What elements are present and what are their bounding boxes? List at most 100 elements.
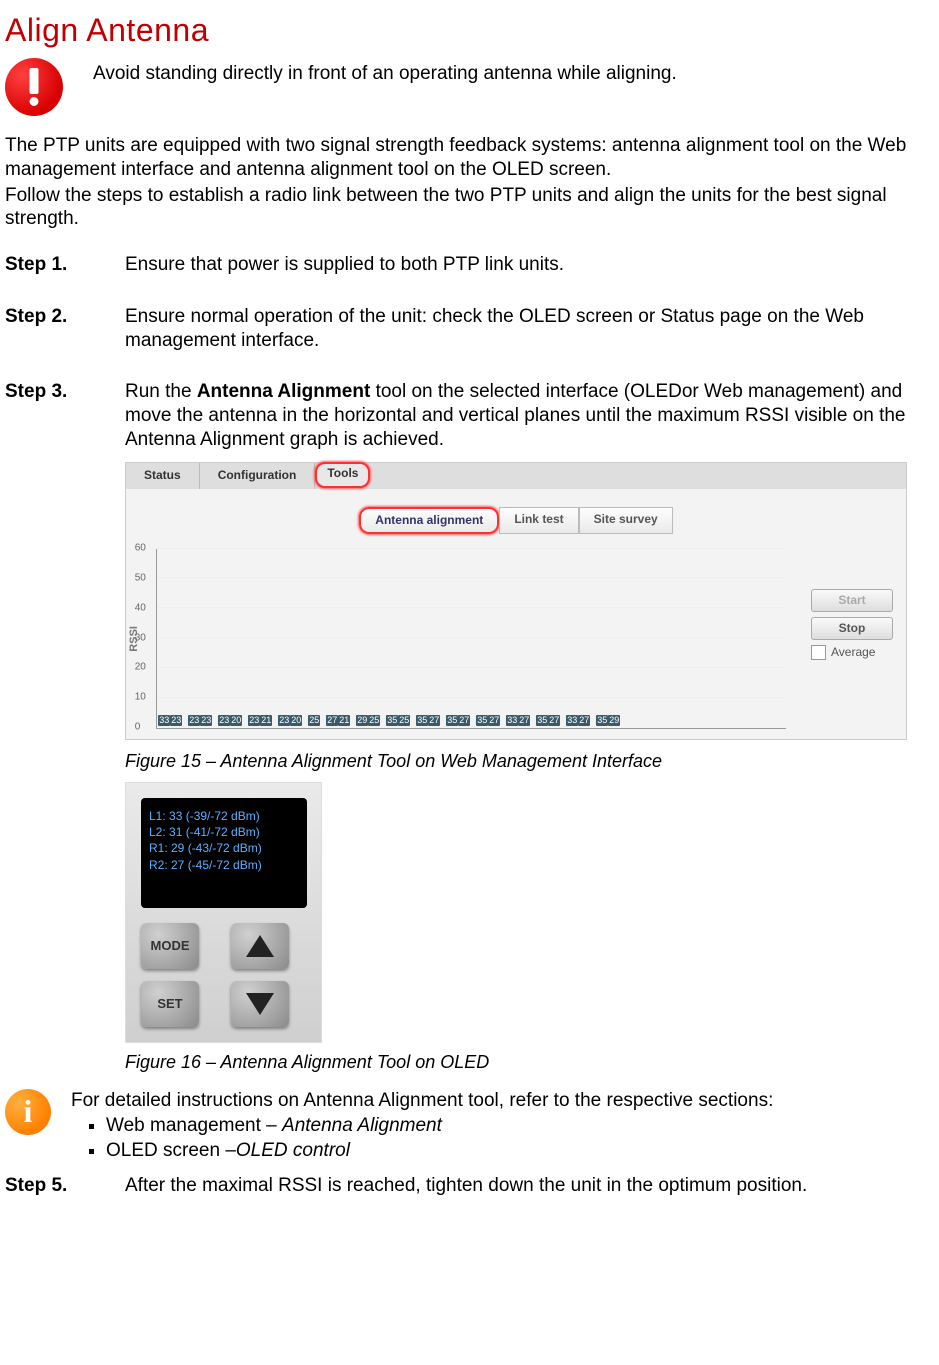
step-body: Run the Antenna Alignment tool on the se… [125,380,934,451]
average-label: Average [831,645,875,660]
info-icon [5,1089,51,1135]
intro-paragraph-1: The PTP units are equipped with two sign… [5,134,934,182]
rssi-chart: RSSI 33232323232023212320252721292535253… [126,539,906,739]
oled-line-2: L2: 31 (-41/-72 dBm) [149,824,299,840]
oled-screen: L1: 33 (-39/-72 dBm) L2: 31 (-41/-72 dBm… [141,798,307,908]
oled-line-1: L1: 33 (-39/-72 dBm) [149,808,299,824]
mode-button[interactable]: MODE [141,923,199,969]
bar-value-label: 27 [428,715,440,726]
average-checkbox-row[interactable]: Average [811,645,901,660]
info-bullet-1: Web management – Antenna Alignment [106,1114,773,1138]
bar-value-label: 21 [260,715,272,726]
y-tick: 0 [135,721,141,734]
bar-value-label: 23 [170,715,182,726]
y-tick: 60 [135,542,146,555]
bar-value-label: 20 [230,715,242,726]
chart-plot-area: 3323232323202321232025272129253525352735… [156,549,786,729]
bar-value-label: 23 [248,715,260,726]
subtab-antenna-alignment[interactable]: Antenna alignment [359,507,499,534]
bar-value-label: 35 [596,715,608,726]
stop-button[interactable]: Stop [811,617,893,640]
bar-value-label: 21 [338,715,350,726]
intro-paragraph-2: Follow the steps to establish a radio li… [5,184,934,232]
bar-value-label: 27 [326,715,338,726]
oled-line-3: R1: 29 (-43/-72 dBm) [149,840,299,856]
step-label: Step 1. [5,253,125,277]
step-label: Step 5. [5,1174,125,1198]
sub-tab-bar: Antenna alignment Link test Site survey [126,507,906,534]
figure-16-caption: Figure 16 – Antenna Alignment Tool on OL… [125,1051,934,1074]
up-button[interactable] [231,923,289,969]
start-button[interactable]: Start [811,589,893,612]
bar-value-label: 33 [566,715,578,726]
info-b2-pre: OLED screen – [106,1140,236,1161]
warning-icon [5,58,63,116]
y-tick: 50 [135,572,146,585]
info-callout: For detailed instructions on Antenna Ali… [5,1089,934,1164]
bar-value-label: 33 [506,715,518,726]
step-label: Step 2. [5,305,125,329]
bar-value-label: 20 [290,715,302,726]
y-tick: 10 [135,691,146,704]
info-bullet-2: OLED screen –OLED control [106,1139,773,1163]
bar-value-label: 35 [386,715,398,726]
step-body: After the maximal RSSI is reached, tight… [125,1174,934,1198]
step3-bold: Antenna Alignment [197,381,370,402]
main-tab-bar: Status Configuration Tools [126,463,906,489]
bar-value-label: 23 [200,715,212,726]
info-b1-italic: Antenna Alignment [282,1115,442,1136]
bar-value-label: 35 [446,715,458,726]
down-button[interactable] [231,981,289,1027]
y-tick: 20 [135,662,146,675]
figure-16-oled: L1: 33 (-39/-72 dBm) L2: 31 (-41/-72 dBm… [125,782,322,1043]
step-2: Step 2. Ensure normal operation of the u… [5,305,934,353]
bar-value-label: 23 [218,715,230,726]
figure-15-web-ui: Status Configuration Tools Antenna align… [125,462,907,740]
bars-container: 3323232323202321232025272129253525352735… [159,549,784,728]
step-5: Step 5. After the maximal RSSI is reache… [5,1174,934,1198]
step-body: Ensure that power is supplied to both PT… [125,253,934,277]
tab-status[interactable]: Status [126,463,200,489]
bar-value-label: 35 [416,715,428,726]
bar-value-label: 25 [368,715,380,726]
y-tick: 40 [135,602,146,615]
bar-value-label: 27 [578,715,590,726]
step-3: Step 3. Run the Antenna Alignment tool o… [5,380,934,451]
info-body: For detailed instructions on Antenna Ali… [71,1089,773,1164]
bar-value-label: 27 [518,715,530,726]
step-body: Ensure normal operation of the unit: che… [125,305,934,353]
checkbox-icon[interactable] [811,645,826,660]
bar-value-label: 27 [548,715,560,726]
info-heading: For detailed instructions on Antenna Ali… [71,1089,773,1113]
figure-15-caption: Figure 15 – Antenna Alignment Tool on We… [125,750,934,773]
step3-pre: Run the [125,381,197,402]
bar-value-label: 25 [398,715,410,726]
bar-value-label: 29 [356,715,368,726]
chart-side-controls: Start Stop Average [811,589,901,660]
warning-text: Avoid standing directly in front of an o… [93,60,677,86]
step-label: Step 3. [5,380,125,404]
bar-value-label: 33 [158,715,170,726]
warning-callout: Avoid standing directly in front of an o… [5,60,934,116]
oled-button-pad: MODE SET [141,923,306,1027]
tab-configuration[interactable]: Configuration [200,463,316,489]
subtab-site-survey[interactable]: Site survey [579,507,673,534]
bar-value-label: 35 [476,715,488,726]
bar-value-label: 23 [188,715,200,726]
bar-value-label: 35 [536,715,548,726]
step-1: Step 1. Ensure that power is supplied to… [5,253,934,277]
bar-value-label: 27 [458,715,470,726]
bar-value-label: 23 [278,715,290,726]
page-title: Align Antenna [5,10,934,50]
oled-line-4: R2: 27 (-45/-72 dBm) [149,857,299,873]
tab-tools[interactable]: Tools [315,462,370,488]
y-tick: 30 [135,632,146,645]
triangle-down-icon [246,993,274,1015]
bar-value-label: 27 [488,715,500,726]
triangle-up-icon [246,935,274,957]
bar-value-label: 29 [608,715,620,726]
info-b1-pre: Web management – [106,1115,282,1136]
subtab-link-test[interactable]: Link test [499,507,578,534]
bar-value-label: 25 [308,715,320,726]
set-button[interactable]: SET [141,981,199,1027]
